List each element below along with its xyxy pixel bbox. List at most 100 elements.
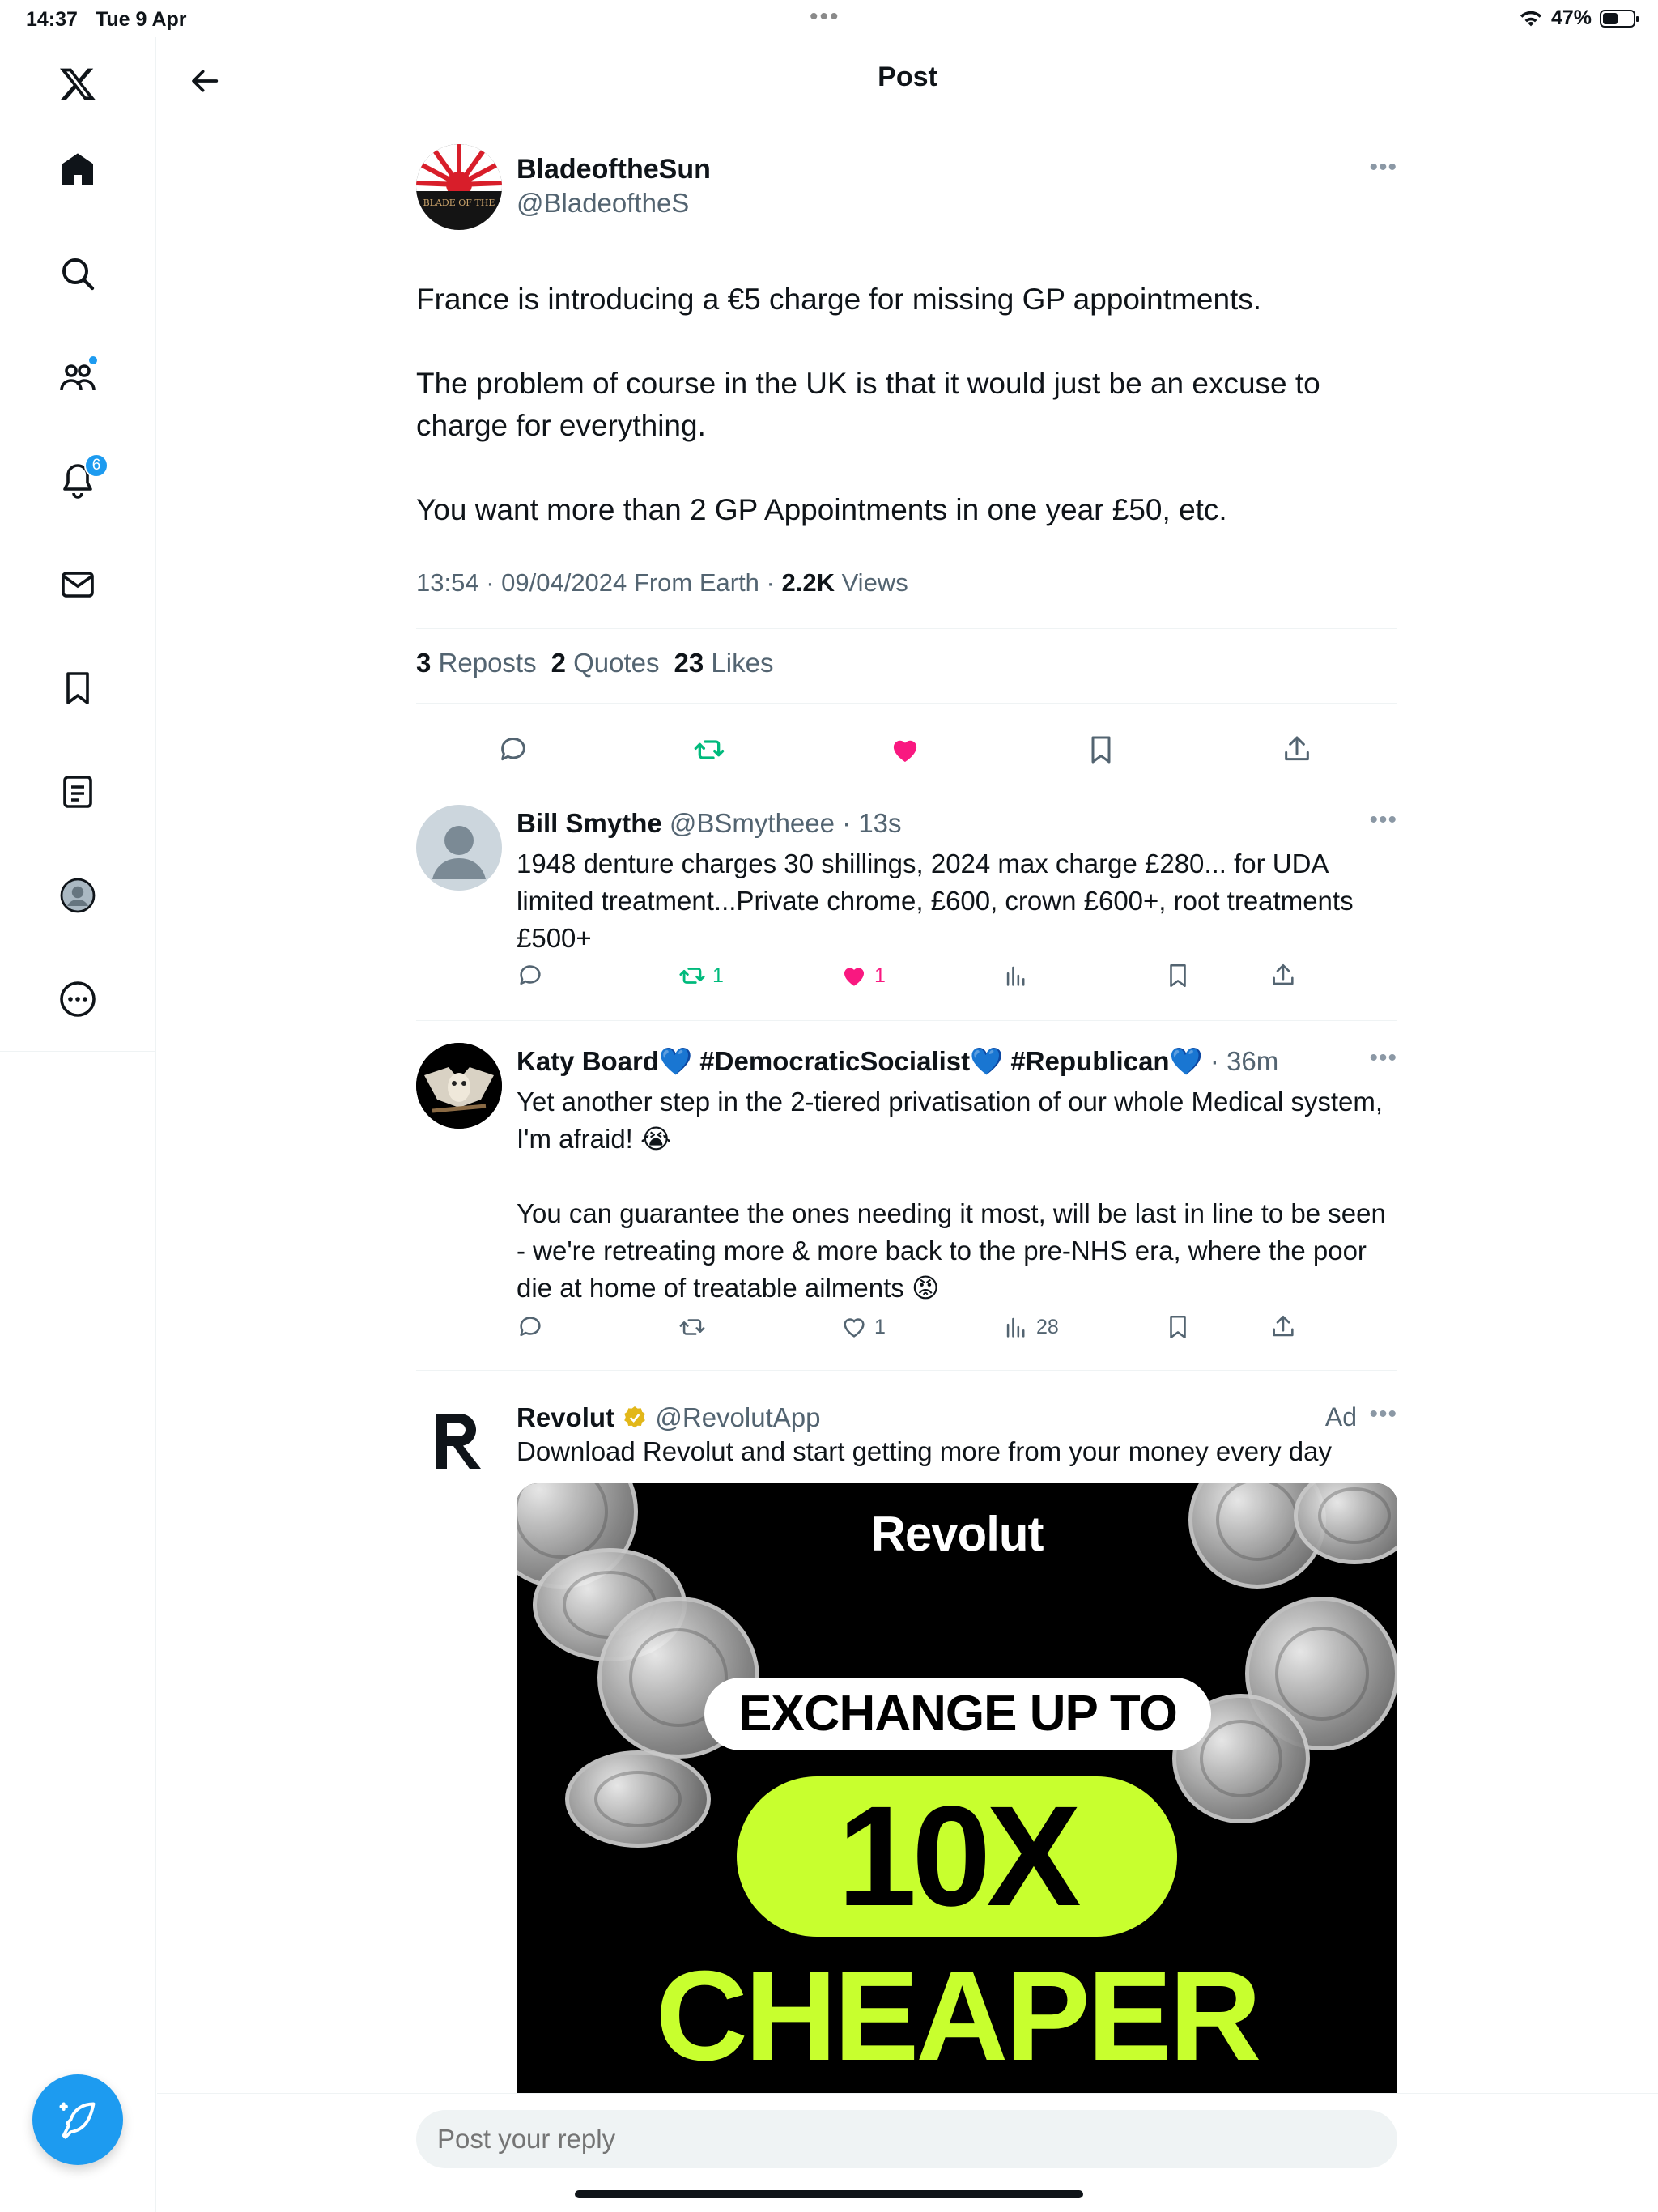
- reply-author-handle[interactable]: @BSmytheee: [670, 808, 835, 838]
- reply-icon: [520, 965, 541, 985]
- notifications-badge: 6: [84, 453, 108, 478]
- svg-text:BLADE OF THE: BLADE OF THE: [423, 198, 495, 208]
- heart-filled-icon: [893, 740, 917, 762]
- divider: [416, 1370, 1397, 1371]
- revolut-logo-icon[interactable]: [432, 1410, 486, 1472]
- compose-button[interactable]: [32, 2074, 123, 2165]
- ad-image-logo: Revolut: [870, 1507, 1044, 1561]
- ad-text: Download Revolut and start getting more …: [517, 1436, 1332, 1466]
- reply-more-icon[interactable]: •••: [1369, 806, 1397, 834]
- divider: [416, 703, 1397, 704]
- reply-action-bar: 1 1: [517, 962, 1397, 1002]
- promoted-post[interactable]: Revolut @RevolutApp Ad ••• Download Revo…: [416, 1386, 1397, 2099]
- reply-time[interactable]: · 13s: [842, 808, 901, 838]
- share-button[interactable]: [1269, 962, 1297, 989]
- bookmark-button[interactable]: [1077, 725, 1125, 774]
- reply-button[interactable]: [517, 962, 544, 989]
- reply-author-line[interactable]: Bill Smythe @BSmytheee · 13s: [517, 808, 902, 839]
- share-icon: [1273, 963, 1294, 985]
- reply-post[interactable]: Bill Smythe @BSmytheee · 13s ••• 1948 de…: [416, 792, 1397, 1020]
- post-more-icon[interactable]: •••: [1369, 154, 1397, 181]
- owl-avatar-image: [416, 1043, 502, 1129]
- reposts-stat[interactable]: 3 Reposts: [416, 648, 537, 678]
- repost-button[interactable]: [685, 725, 733, 774]
- status-date: Tue 9 Apr: [96, 8, 187, 31]
- post-timestamp[interactable]: 13:54 · 09/04/2024 From Earth ·: [416, 568, 781, 597]
- reply-post[interactable]: Katy Board💙 #DemocraticSocialist💙 #Repub…: [416, 1030, 1397, 1370]
- ad-more-icon[interactable]: •••: [1369, 1401, 1397, 1428]
- home-icon[interactable]: [45, 138, 110, 202]
- reply-icon: [520, 1317, 541, 1337]
- post-action-bar: [416, 721, 1397, 785]
- author-name[interactable]: BladeoftheSun: [517, 154, 711, 185]
- reply-time[interactable]: · 36m: [1210, 1046, 1278, 1076]
- heart-filled-icon: [844, 968, 865, 986]
- share-button[interactable]: [1269, 1313, 1297, 1341]
- heart-outline-icon: [844, 1318, 865, 1338]
- page-title: Post: [878, 62, 937, 92]
- reply-author-line[interactable]: Katy Board💙 #DemocraticSocialist💙 #Repub…: [517, 1046, 1278, 1078]
- repost-icon: [679, 968, 705, 984]
- reply-author-name[interactable]: Bill Smythe: [517, 808, 662, 838]
- like-button[interactable]: 1: [840, 1313, 886, 1341]
- analytics-icon: [1006, 1317, 1025, 1338]
- profile-icon[interactable]: [45, 863, 110, 928]
- share-button[interactable]: [1273, 725, 1321, 774]
- reply-button[interactable]: [517, 1313, 544, 1341]
- x-logo-icon[interactable]: [45, 52, 110, 117]
- like-button[interactable]: [881, 725, 929, 774]
- reply-more-icon[interactable]: •••: [1369, 1044, 1397, 1072]
- ad-author-line[interactable]: Revolut @RevolutApp: [517, 1402, 820, 1433]
- share-icon: [1285, 736, 1309, 761]
- like-button[interactable]: 1: [840, 962, 886, 989]
- analytics-icon: [1006, 966, 1025, 986]
- views-count: 2.2K: [781, 568, 835, 597]
- views-label: Views: [834, 568, 908, 597]
- status-bar: 14:37 Tue 9 Apr ••• 47%: [0, 0, 1658, 37]
- repost-button[interactable]: [678, 1313, 712, 1341]
- ad-label: Ad: [1324, 1402, 1357, 1431]
- reply-avatar[interactable]: [416, 805, 502, 891]
- share-icon: [1273, 1315, 1294, 1337]
- ad-author-handle[interactable]: @RevolutApp: [655, 1402, 820, 1432]
- author-avatar[interactable]: BLADE OF THE: [416, 144, 502, 230]
- views-button[interactable]: [1002, 962, 1036, 989]
- sidebar-nav: 6: [0, 37, 156, 2212]
- quotes-stat[interactable]: 2 Quotes: [551, 648, 660, 678]
- battery-percent: 47%: [1550, 6, 1592, 29]
- more-icon[interactable]: [45, 967, 110, 1032]
- reply-text: 1948 denture charges 30 shillings, 2024 …: [517, 849, 1354, 953]
- status-time: 14:37: [26, 8, 78, 31]
- reply-author-name[interactable]: Katy Board💙 #DemocraticSocialist💙 #Repub…: [517, 1046, 1203, 1076]
- rising-sun-avatar-image: BLADE OF THE: [416, 144, 502, 230]
- like-count: 1: [874, 1315, 886, 1338]
- ad-image[interactable]: Revolut EXCHANGE UP TO 10X CHEAPER: [517, 1483, 1397, 2099]
- default-avatar-icon: [432, 826, 486, 879]
- likes-stat[interactable]: 23 Likes: [674, 648, 774, 678]
- reply-button[interactable]: [489, 725, 538, 774]
- lists-icon[interactable]: [45, 759, 110, 824]
- home-indicator[interactable]: [575, 2190, 1083, 2198]
- like-count: 1: [874, 963, 886, 987]
- views-button[interactable]: 28: [1002, 1313, 1059, 1341]
- notifications-icon[interactable]: 6: [45, 449, 110, 513]
- reply-avatar[interactable]: [416, 1043, 502, 1129]
- bookmark-icon: [1091, 736, 1111, 764]
- repost-button[interactable]: 1: [678, 962, 724, 989]
- wifi-icon: [1520, 11, 1542, 26]
- status-right: 47%: [1519, 6, 1639, 30]
- reply-input[interactable]: [416, 2110, 1397, 2168]
- bookmark-button[interactable]: [1164, 962, 1192, 989]
- bookmark-button[interactable]: [1164, 1313, 1192, 1341]
- ad-headline-2: 10X: [737, 1776, 1177, 1937]
- divider: [416, 1020, 1397, 1021]
- communities-icon[interactable]: [45, 345, 110, 410]
- bookmarks-icon[interactable]: [45, 656, 110, 721]
- author-handle[interactable]: @BladeoftheS: [517, 188, 689, 219]
- search-icon[interactable]: [45, 241, 110, 306]
- multitasking-dots-icon[interactable]: •••: [810, 3, 840, 31]
- sidebar-divider: [0, 1051, 156, 1052]
- ad-author-name[interactable]: Revolut: [517, 1402, 614, 1432]
- ad-headline-1: EXCHANGE UP TO: [704, 1678, 1211, 1750]
- messages-icon[interactable]: [45, 552, 110, 617]
